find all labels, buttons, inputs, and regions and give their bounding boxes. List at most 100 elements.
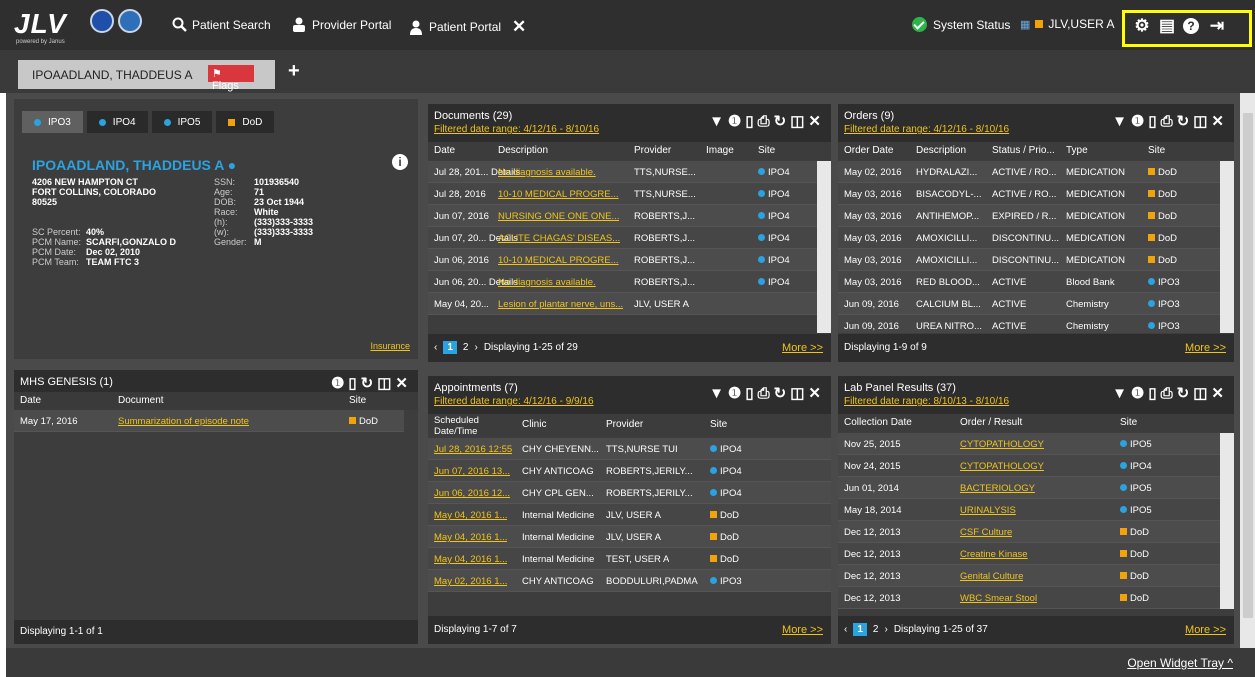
prev-page-icon[interactable]: ‹: [434, 342, 437, 353]
lab-scrollbar[interactable]: [1220, 433, 1234, 609]
more-link[interactable]: More >>: [1185, 342, 1226, 354]
col-header[interactable]: Description: [916, 145, 966, 156]
close-icon[interactable]: ✕: [1211, 113, 1228, 130]
table-row[interactable]: May 03, 2016 AMOXICILLI... DISCONTINU... ME…: [838, 249, 1220, 271]
refresh-icon[interactable]: ↻: [774, 113, 791, 130]
table-row[interactable]: Dec 12, 2013 WBC Smear Stool DoD: [838, 587, 1220, 609]
col-header[interactable]: Order / Result: [960, 417, 1022, 428]
clipboard-icon[interactable]: ▯: [1148, 385, 1160, 402]
patient-portal-nav[interactable]: Patient Portal ✕: [409, 17, 526, 37]
site-tab-ipo3[interactable]: IPO3: [22, 111, 83, 133]
add-patient-tab-button[interactable]: +: [288, 60, 300, 83]
filter-icon[interactable]: ▼: [1112, 385, 1131, 402]
table-cell[interactable]: No diagnosis available.: [498, 277, 596, 288]
more-link[interactable]: More >>: [782, 624, 823, 636]
close-icon[interactable]: ✕: [512, 17, 526, 37]
table-row[interactable]: Jul 28, 201... Details No diagnosis avail…: [428, 161, 817, 183]
clipboard-icon[interactable]: ▯: [348, 375, 360, 392]
table-cell[interactable]: Jun 07, 2016 13...: [434, 466, 510, 477]
print-icon[interactable]: ⎙: [1161, 385, 1177, 402]
table-cell[interactable]: CYTOPATHOLOGY: [960, 461, 1044, 472]
refresh-icon[interactable]: ↻: [361, 375, 378, 392]
info-icon[interactable]: ❶: [1131, 385, 1148, 402]
print-icon[interactable]: ⎙: [758, 113, 774, 130]
date-range-filter[interactable]: Filtered date range: 8/10/13 - 8/10/16: [844, 396, 1009, 407]
columns-icon[interactable]: ◫: [1193, 385, 1211, 402]
col-header[interactable]: Collection Date: [844, 417, 912, 428]
table-cell[interactable]: Genital Culture: [960, 571, 1023, 582]
documents-scrollbar[interactable]: [817, 161, 831, 333]
table-cell[interactable]: BACTERIOLOGY: [960, 483, 1035, 494]
flags-button[interactable]: ⚑ Flags: [208, 65, 254, 92]
next-page-icon[interactable]: ›: [474, 342, 477, 353]
filter-icon[interactable]: ▼: [709, 113, 728, 130]
table-row[interactable]: Jun 06, 20... Details No diagnosis availa…: [428, 271, 817, 293]
table-row[interactable]: Nov 24, 2015 CYTOPATHOLOGY IPO4: [838, 455, 1220, 477]
page-2[interactable]: 2: [463, 342, 469, 353]
page-1[interactable]: 1: [853, 623, 867, 636]
close-icon[interactable]: ✕: [808, 113, 825, 130]
col-header[interactable]: Date: [434, 145, 455, 156]
info-icon[interactable]: ❶: [331, 375, 348, 392]
more-link[interactable]: More >>: [1185, 624, 1226, 636]
columns-icon[interactable]: ◫: [377, 375, 395, 392]
more-link[interactable]: More >>: [782, 342, 823, 354]
columns-icon[interactable]: ◫: [1193, 113, 1211, 130]
open-widget-tray-link[interactable]: Open Widget Tray ^: [1127, 656, 1233, 670]
table-cell[interactable]: Creatine Kinase: [960, 549, 1028, 560]
table-cell[interactable]: Summarization of episode note: [118, 416, 249, 427]
col-header[interactable]: Provider: [634, 145, 671, 156]
date-range-filter[interactable]: Filtered date range: 4/12/16 - 8/10/16: [434, 124, 599, 135]
refresh-icon[interactable]: ↻: [1177, 385, 1194, 402]
date-range-filter[interactable]: Filtered date range: 4/12/16 - 9/9/16: [434, 396, 594, 407]
close-icon[interactable]: ✕: [395, 375, 412, 392]
table-row[interactable]: May 18, 2014 URINALYSIS IPO5: [838, 499, 1220, 521]
table-row[interactable]: Nov 25, 2015 CYTOPATHOLOGY IPO5: [838, 433, 1220, 455]
info-icon[interactable]: ❶: [1131, 113, 1148, 130]
table-row[interactable]: May 03, 2016 AMOXICILLI... DISCONTINU... ME…: [838, 227, 1220, 249]
col-header[interactable]: Scheduled Date/Time: [434, 415, 494, 437]
refresh-icon[interactable]: ↻: [774, 385, 791, 402]
clipboard-icon[interactable]: ▯: [1148, 113, 1160, 130]
table-cell[interactable]: May 04, 2016 1...: [434, 554, 507, 565]
col-header[interactable]: Site: [1120, 417, 1137, 428]
col-header[interactable]: Site: [710, 419, 727, 430]
table-row[interactable]: Jun 07, 2016 13... CHY ANTICOAG ROBERTS,JE…: [428, 460, 831, 482]
table-row[interactable]: May 03, 2016 ANTIHEMOP... EXPIRED / R... ME…: [838, 205, 1220, 227]
table-cell[interactable]: Lesion of plantar nerve, uns...: [498, 299, 623, 310]
table-cell[interactable]: No diagnosis available.: [498, 167, 596, 178]
table-cell[interactable]: May 02, 2016 1...: [434, 576, 507, 587]
clipboard-icon[interactable]: ▯: [745, 385, 757, 402]
table-cell[interactable]: May 04, 2016 1...: [434, 532, 507, 543]
page-1[interactable]: 1: [443, 341, 457, 354]
info-icon[interactable]: ❶: [728, 113, 745, 130]
table-row[interactable]: Jun 09, 2016 UREA NITRO... ACTIVE Chemistry…: [838, 315, 1220, 333]
table-cell[interactable]: NURSING ONE ONE ONE...: [498, 211, 619, 222]
table-row[interactable]: May 04, 2016 1... Internal Medicine JLV, U…: [428, 504, 831, 526]
col-header[interactable]: Provider: [606, 419, 643, 430]
table-row[interactable]: Jun 01, 2014 BACTERIOLOGY IPO5: [838, 477, 1220, 499]
table-row[interactable]: Jun 06, 2016 12... CHY CPL GEN... ROBERTS,…: [428, 482, 831, 504]
table-cell[interactable]: 10-10 MEDICAL PROGRE...: [498, 189, 619, 200]
table-row[interactable]: Dec 12, 2013 Genital Culture DoD: [838, 565, 1220, 587]
columns-icon[interactable]: ◫: [790, 385, 808, 402]
next-page-icon[interactable]: ›: [884, 624, 887, 635]
table-row[interactable]: Jun 07, 2016 NURSING ONE ONE ONE... ROBERT…: [428, 205, 817, 227]
table-row[interactable]: May 04, 2016 1... Internal Medicine JLV, U…: [428, 526, 831, 548]
insurance-link[interactable]: Insurance: [370, 341, 410, 351]
col-header[interactable]: Image: [706, 145, 734, 156]
system-status[interactable]: System Status: [912, 17, 1010, 32]
col-header[interactable]: Site: [349, 395, 366, 406]
print-icon[interactable]: ⎙: [1161, 113, 1177, 130]
col-header[interactable]: Site: [1148, 145, 1165, 156]
col-header[interactable]: Site: [758, 145, 775, 156]
info-icon[interactable]: ❶: [728, 385, 745, 402]
table-row[interactable]: May 04, 2016 1... Internal Medicine TEST, …: [428, 548, 831, 570]
table-row[interactable]: May 17, 2016 Summarization of episode not…: [14, 410, 404, 432]
table-row[interactable]: Jul 28, 2016 12:55 CHY CHEYENN... TTS,NURS…: [428, 438, 831, 460]
filter-icon[interactable]: ▼: [709, 385, 728, 402]
close-icon[interactable]: ✕: [1211, 385, 1228, 402]
table-row[interactable]: Dec 12, 2013 Creatine Kinase DoD: [838, 543, 1220, 565]
col-header[interactable]: Description: [498, 145, 548, 156]
orders-scrollbar[interactable]: [1220, 161, 1234, 333]
